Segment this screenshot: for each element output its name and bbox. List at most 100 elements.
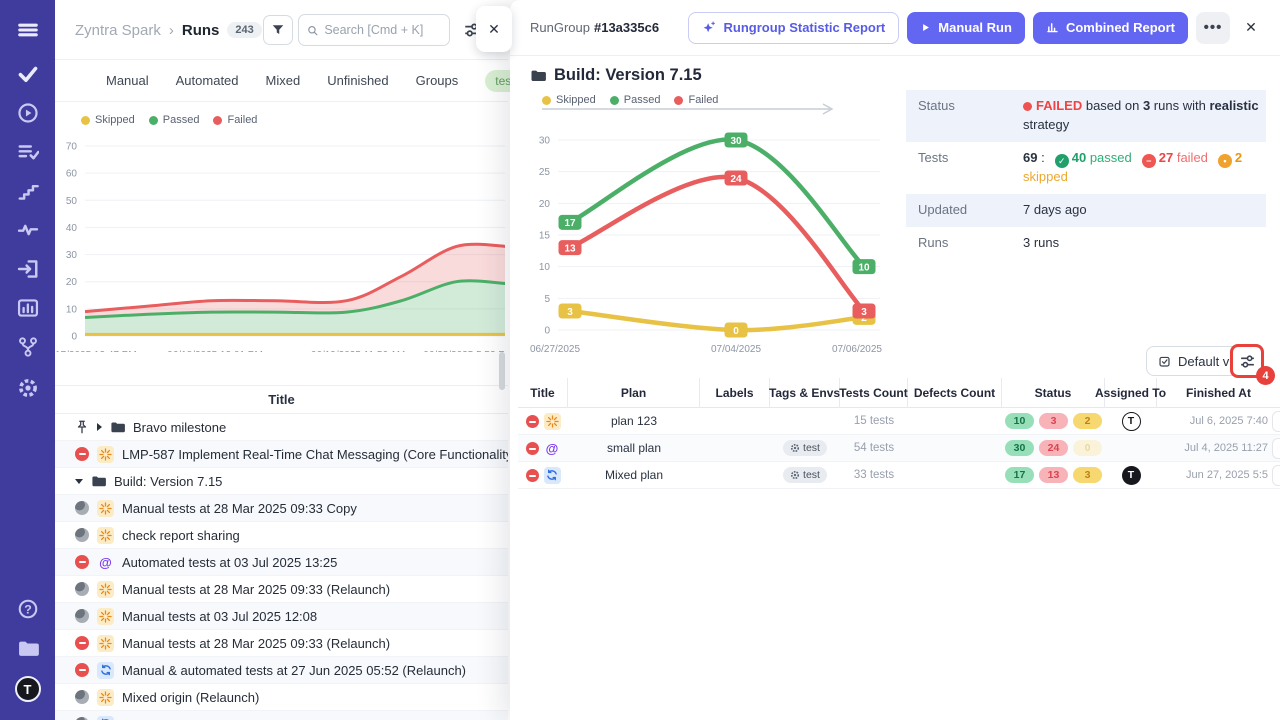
col-title[interactable]: Title (518, 378, 568, 408)
runs-area-chart: 01020304050607017/2025 12:47 PM06/18/202… (55, 120, 505, 352)
table-row[interactable]: plan 123 15 tests 10 3 2 T Jul 6, 2025 7… (518, 408, 1280, 435)
tab-groups[interactable]: Groups (416, 73, 459, 88)
legend-failed[interactable]: Failed (213, 114, 257, 126)
failed-status-icon (526, 415, 539, 428)
skipped-pill: 2 (1073, 413, 1102, 429)
rungroup-statistic-report-button[interactable]: Rungroup Statistic Report (688, 12, 899, 44)
tab-unfinished[interactable]: Unfinished (327, 73, 388, 88)
table-row[interactable]: @ small plan test 54 tests 30 24 0 Jul 4… (518, 435, 1280, 462)
col-tags[interactable]: Tags & Envs (770, 378, 840, 408)
breadcrumb-project[interactable]: Zyntra Spark (75, 22, 161, 39)
tab-manual[interactable]: Manual (106, 73, 149, 88)
branch-icon[interactable] (17, 336, 39, 358)
legend-passed[interactable]: Passed (149, 114, 200, 126)
svg-text:06/23/2025 5:52 P: 06/23/2025 5:52 P (423, 350, 505, 352)
filter-button[interactable] (263, 15, 293, 45)
row-actions-button[interactable] (1272, 465, 1280, 486)
col-labels[interactable]: Labels (700, 378, 770, 408)
manual-run-button[interactable]: Manual Run (907, 12, 1025, 44)
list-item-group[interactable]: Build: Version 7.15 (55, 468, 508, 495)
legend-failed[interactable]: Failed (674, 94, 718, 106)
title-column-header[interactable]: Title (268, 392, 295, 407)
skipped-pill: 3 (1073, 467, 1102, 483)
sidebar: ? T (0, 0, 55, 720)
gear-icon (790, 470, 800, 480)
milestones-steps-icon[interactable] (17, 180, 39, 202)
automated-run-icon: @ (544, 440, 561, 457)
svg-text:06/19/2025 11:56 AM: 06/19/2025 11:56 AM (311, 350, 405, 352)
list-item[interactable]: check report sharing (55, 522, 508, 549)
group-line-chart: 0510152025303021730101324306/27/202507/0… (528, 116, 902, 364)
tests-check-icon[interactable] (17, 63, 39, 85)
list-item[interactable]: Mixed origin (Relaunch) (55, 684, 508, 711)
svg-text:50: 50 (66, 196, 78, 207)
skipped-dot-icon: • (1218, 154, 1232, 168)
col-assigned[interactable]: Assigned To (1105, 378, 1157, 408)
svg-text:06/18/2025 12:01 PM: 06/18/2025 12:01 PM (167, 350, 263, 352)
user-avatar[interactable]: T (15, 676, 41, 702)
caret-down-icon[interactable] (75, 479, 83, 484)
rungroup-drawer: RunGroup#13a335c6 Rungroup Statistic Rep… (510, 0, 1280, 720)
list-item[interactable]: Manual tests at 28 Mar 2025 09:33 Copy (55, 495, 508, 522)
assignee-avatar[interactable]: T (1122, 412, 1141, 431)
list-item[interactable]: Manual tests at 28 Mar 2025 09:33 (Relau… (55, 576, 508, 603)
search-input[interactable] (324, 23, 441, 37)
run-title: Manual tests at 03 Jul 2025 12:08 (122, 609, 317, 624)
help-icon[interactable]: ? (17, 598, 39, 620)
caret-right-icon[interactable] (97, 423, 102, 431)
panel-scrollbar-thumb[interactable] (499, 352, 505, 390)
menu-icon[interactable] (17, 19, 39, 41)
col-tests[interactable]: Tests Count (840, 378, 908, 408)
col-plan[interactable]: Plan (568, 378, 700, 408)
tests-count: 15 tests (840, 415, 908, 427)
list-item-partial[interactable] (55, 711, 508, 720)
tab-mixed[interactable]: Mixed (266, 73, 301, 88)
legend-passed[interactable]: Passed (610, 94, 661, 106)
combined-report-button[interactable]: Combined Report (1033, 12, 1188, 44)
pin-icon[interactable] (75, 420, 89, 434)
svg-text:17/2025 12:47 PM: 17/2025 12:47 PM (55, 350, 137, 352)
tab-automated[interactable]: Automated (176, 73, 239, 88)
run-title: Manual tests at 28 Mar 2025 09:33 (Relau… (122, 636, 390, 651)
tag-pill[interactable]: test (783, 440, 827, 456)
settings-gear-icon[interactable] (17, 377, 39, 399)
analytics-icon[interactable] (17, 297, 39, 319)
run-title: Mixed origin (Relaunch) (122, 690, 259, 705)
run-title: Automated tests at 03 Jul 2025 13:25 (122, 555, 337, 570)
rungroup-id: #13a335c6 (594, 20, 659, 35)
passed-dot-icon (149, 116, 158, 125)
drawer-edge-close-button[interactable]: ✕ (476, 6, 512, 52)
legend-skipped[interactable]: Skipped (542, 94, 596, 106)
list-item[interactable]: Manual & automated tests at 27 Jun 2025 … (55, 657, 508, 684)
manual-run-icon (97, 608, 114, 625)
svg-text:?: ? (24, 602, 32, 616)
projects-folder-icon[interactable] (17, 638, 39, 660)
tag-pill[interactable]: test (783, 467, 827, 483)
row-actions-button[interactable] (1272, 411, 1280, 432)
plan-name: small plan (568, 441, 700, 455)
table-row[interactable]: Mixed plan test 33 tests 17 13 3 T Jun 2… (518, 462, 1280, 489)
pulse-activity-icon[interactable] (17, 219, 39, 241)
row-actions-button[interactable] (1272, 438, 1280, 459)
list-item[interactable]: LMP-587 Implement Real-Time Chat Messagi… (55, 441, 508, 468)
import-icon[interactable] (17, 258, 39, 280)
close-icon[interactable]: ✕ (1238, 15, 1264, 41)
svg-text:06/27/2025: 06/27/2025 (530, 344, 580, 355)
col-defects[interactable]: Defects Count (908, 378, 1002, 408)
more-options-button[interactable]: ••• (1196, 12, 1230, 44)
runs-count-badge: 243 (227, 22, 261, 38)
finished-at: Jul 4, 2025 11:27 (1157, 442, 1280, 454)
plans-list-icon[interactable] (17, 141, 39, 163)
list-item[interactable]: Manual tests at 28 Mar 2025 09:33 (Relau… (55, 630, 508, 657)
runs-play-icon[interactable] (17, 102, 39, 124)
list-item[interactable]: Manual tests at 03 Jul 2025 12:08 (55, 603, 508, 630)
legend-skipped[interactable]: Skipped (81, 114, 135, 126)
svg-text:30: 30 (539, 136, 551, 147)
drawer-actions: Rungroup Statistic Report Manual Run Com… (688, 12, 1264, 44)
list-item-milestone[interactable]: Bravo milestone (55, 414, 508, 441)
status-badge: FAILED (1036, 98, 1082, 113)
manual-run-icon (97, 635, 114, 652)
list-item[interactable]: @ Automated tests at 03 Jul 2025 13:25 (55, 549, 508, 576)
assignee-avatar[interactable]: T (1122, 466, 1141, 485)
col-status[interactable]: Status (1002, 378, 1105, 408)
